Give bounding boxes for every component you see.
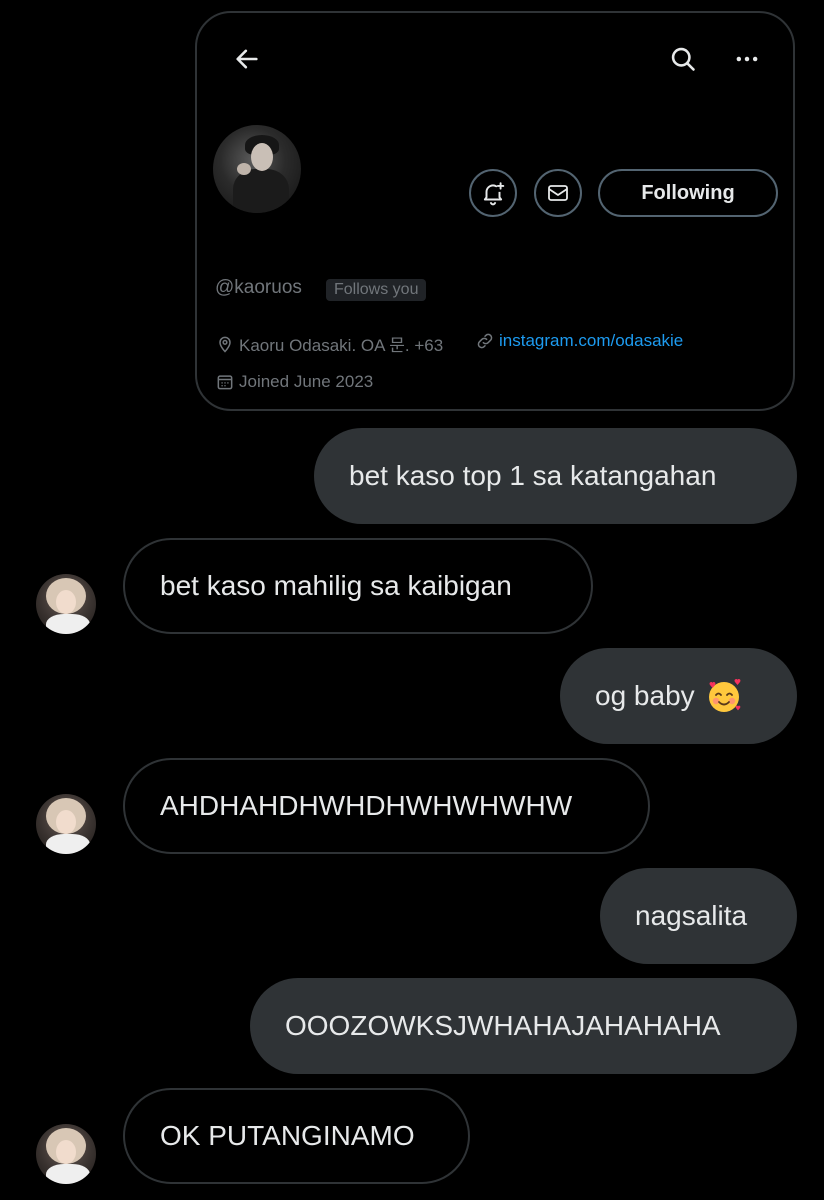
following-button[interactable]: Following <box>598 169 778 217</box>
avatar-body-shape <box>46 1164 90 1184</box>
message-text: AHDHAHDHWHDHWHWHWHW <box>160 790 573 821</box>
profile-handle: @kaoruos <box>215 277 302 298</box>
message-text: OK PUTANGINAMO <box>160 1120 415 1151</box>
sender-avatar[interactable] <box>36 1124 96 1184</box>
message-bubble-sent[interactable]: OOOZOWKSJWHAHAJAHAHAHA <box>250 978 797 1074</box>
location-pin-icon <box>219 336 231 353</box>
notification-bell-button[interactable] <box>469 169 517 217</box>
avatar-face-shape <box>56 1140 76 1164</box>
avatar-body-shape <box>46 614 90 634</box>
message-bubble-sent[interactable]: bet kaso top 1 sa katangahan <box>314 428 797 524</box>
link-text[interactable]: instagram.com/odasakie <box>499 331 683 351</box>
profile-link[interactable]: instagram.com/odasakie <box>475 331 683 351</box>
back-arrow-icon[interactable] <box>227 39 267 79</box>
sender-avatar[interactable] <box>36 794 96 854</box>
message-bubble-received[interactable]: AHDHAHDHWHDHWHWHWHW <box>123 758 650 854</box>
message-text: nagsalita <box>635 900 748 931</box>
message-text: bet kaso mahilig sa kaibigan <box>160 570 512 601</box>
message-bubble-received[interactable]: OK PUTANGINAMO <box>123 1088 470 1184</box>
avatar-face-shape <box>56 590 76 614</box>
smiling-face-with-hearts-icon <box>705 677 743 715</box>
link-icon <box>477 333 493 349</box>
location-text: Kaoru Odasaki. OA 문. +63 <box>239 336 444 355</box>
shared-profile-card[interactable]: Following @kaoruos Follows you Kaoru Oda… <box>195 11 795 411</box>
avatar-hand-shape <box>237 163 251 175</box>
profile-joined: Joined June 2023 <box>215 372 373 392</box>
message-text: og baby <box>595 680 695 711</box>
profile-avatar[interactable] <box>213 125 301 213</box>
sender-avatar[interactable] <box>36 574 96 634</box>
profile-location: Kaoru Odasaki. OA 문. +63 <box>215 331 443 356</box>
calendar-icon <box>217 375 233 390</box>
search-icon[interactable] <box>663 39 703 79</box>
more-dots-icon[interactable] <box>727 39 767 79</box>
bell-plus-icon <box>483 182 505 206</box>
avatar-face-shape <box>251 143 273 171</box>
envelope-icon <box>548 185 568 201</box>
message-text: OOOZOWKSJWHAHAJAHAHAHA <box>285 1010 721 1041</box>
message-bubble-sent[interactable]: nagsalita <box>600 868 797 964</box>
message-bubble-received[interactable]: bet kaso mahilig sa kaibigan <box>123 538 593 634</box>
joined-text: Joined June 2023 <box>239 372 374 391</box>
avatar-body-shape <box>233 169 289 213</box>
follows-you-badge: Follows you <box>326 279 427 301</box>
message-bubble-sent[interactable]: og baby <box>560 648 797 744</box>
avatar-face-shape <box>56 810 76 834</box>
avatar-body-shape <box>46 834 90 854</box>
message-button[interactable] <box>534 169 582 217</box>
message-text: bet kaso top 1 sa katangahan <box>349 460 717 491</box>
